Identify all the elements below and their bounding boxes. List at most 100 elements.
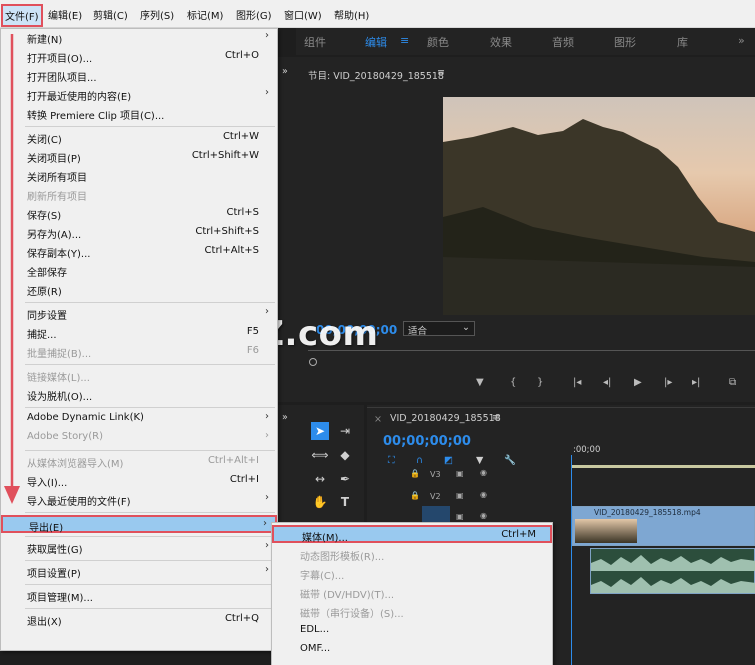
file-menu-item[interactable]: 设为脱机(O)... — [1, 386, 277, 404]
sync-lock-icon[interactable]: ▣ — [456, 512, 464, 521]
file-menu-item[interactable]: 同步设置 › — [1, 305, 277, 323]
file-menu-item[interactable]: Adobe Dynamic Link(K) › — [1, 410, 277, 428]
close-tab-icon[interactable]: × — [374, 414, 382, 425]
file-menu-item[interactable]: 另存为(A)... Ctrl+Shift+S — [1, 224, 277, 242]
type-tool-icon[interactable]: T — [336, 493, 354, 511]
step-forward-icon[interactable]: |▸ — [664, 377, 672, 388]
workspace-tab-color[interactable]: 颜色 — [427, 34, 449, 50]
go-to-out-icon[interactable]: ▸| — [692, 377, 700, 388]
video-clip[interactable]: VID_20180429_185518.mp4 — [572, 506, 755, 546]
menu-edit[interactable]: 编辑(E) — [48, 7, 82, 22]
eye-icon[interactable]: ◉ — [480, 468, 487, 477]
menu-separator — [25, 302, 275, 303]
file-menu-item[interactable]: 获取属性(G) › — [1, 539, 277, 557]
file-menu-item[interactable]: 捕捉... F5 — [1, 324, 277, 342]
file-menu-item[interactable]: 导入(I)... Ctrl+I — [1, 472, 277, 490]
hand-tool-icon[interactable]: ✋ — [311, 493, 329, 511]
overflow-icon[interactable]: » — [738, 34, 745, 47]
file-menu-item[interactable]: 链接媒体(L)... — [1, 367, 277, 385]
eye-icon[interactable]: ◉ — [480, 490, 487, 499]
file-menu-item[interactable]: 关闭项目(P) Ctrl+Shift+W — [1, 148, 277, 166]
export-menu-item[interactable]: 标记(M)... — [272, 660, 552, 665]
menu-marker[interactable]: 标记(M) — [187, 7, 223, 22]
sync-lock-icon[interactable]: ▣ — [456, 491, 464, 500]
file-menu-item-label: 全部保存 — [27, 268, 67, 279]
file-menu-item[interactable]: 批量捕捉(B)... F6 — [1, 343, 277, 361]
hamburger-icon[interactable]: ≡ — [400, 34, 409, 47]
expand-icon[interactable]: » — [282, 66, 288, 77]
file-menu-item[interactable]: 新建(N) › — [1, 29, 277, 47]
track-select-tool-icon[interactable]: ⇥ — [336, 422, 354, 440]
lock-icon[interactable]: 🔒 — [410, 469, 420, 478]
wrench-icon[interactable]: 🔧 — [504, 455, 516, 466]
audio-clip[interactable] — [590, 548, 755, 594]
workspace-tab-graphics[interactable]: 图形 — [614, 34, 636, 50]
workspace-tab-assembly[interactable]: 组件 — [304, 34, 326, 50]
step-back-icon[interactable]: ◂| — [603, 377, 611, 388]
go-to-in-icon[interactable]: |◂ — [573, 377, 581, 388]
lock-icon[interactable]: 🔒 — [410, 491, 420, 500]
file-menu-item-label: 设为脱机(O)... — [27, 392, 93, 403]
file-menu-item[interactable]: 保存副本(Y)... Ctrl+Alt+S — [1, 243, 277, 261]
file-menu-item[interactable]: Adobe Story(R) › — [1, 429, 277, 447]
export-menu-item[interactable]: 磁带 (DV/HDV)(T)... — [272, 584, 552, 602]
file-menu-item[interactable]: 打开最近使用的内容(E) › — [1, 86, 277, 104]
sync-lock-icon[interactable]: ▣ — [456, 469, 464, 478]
file-menu-item[interactable]: 导入最近使用的文件(F) › — [1, 491, 277, 509]
timeline-timecode[interactable]: 00;00;00;00 — [383, 434, 471, 449]
export-menu-item[interactable]: OMF... — [272, 641, 552, 659]
file-menu-item[interactable]: 刷新所有项目 — [1, 186, 277, 204]
file-menu-item[interactable]: 转换 Premiere Clip 项目(C)... — [1, 105, 277, 123]
export-menu-item[interactable]: 磁带（串行设备）(S)... — [272, 603, 552, 621]
menu-window[interactable]: 窗口(W) — [284, 7, 322, 22]
zoom-fit-select[interactable]: 适合 ⌄ — [403, 321, 475, 337]
nest-icon[interactable]: ⛶ — [388, 455, 395, 466]
expand-icon[interactable]: » — [282, 412, 288, 423]
pen-tool-icon[interactable]: ✒ — [336, 470, 354, 488]
insert-icon[interactable]: ⧉ — [729, 377, 736, 388]
menu-graphics[interactable]: 图形(G) — [236, 7, 272, 22]
file-menu-item[interactable]: 打开团队项目... — [1, 67, 277, 85]
mark-in-icon[interactable]: { — [510, 377, 516, 388]
selection-tool-icon[interactable]: ➤ — [311, 422, 329, 440]
file-menu-item[interactable]: 关闭(C) Ctrl+W — [1, 129, 277, 147]
workspace-tab-libraries[interactable]: 库 — [677, 34, 688, 50]
eye-icon[interactable]: ◉ — [480, 511, 487, 520]
snap-icon[interactable]: ∩ — [416, 455, 423, 466]
linked-select-icon[interactable]: ◩ — [444, 455, 453, 466]
file-menu-item[interactable]: 全部保存 — [1, 262, 277, 280]
workspace-tab-effects[interactable]: 效果 — [490, 34, 512, 50]
play-icon[interactable]: ▶ — [634, 377, 642, 388]
file-menu-item[interactable]: 还原(R) — [1, 281, 277, 299]
workspace-tab-audio[interactable]: 音频 — [552, 34, 574, 50]
panel-menu-icon[interactable]: ≡ — [492, 412, 500, 423]
menu-sequence[interactable]: 序列(S) — [140, 7, 174, 22]
file-menu-item[interactable]: 导出(E) › — [1, 515, 277, 534]
file-menu-item-label: 关闭所有项目 — [27, 173, 87, 184]
menu-help[interactable]: 帮助(H) — [334, 7, 369, 22]
file-menu-item[interactable]: 保存(S) Ctrl+S — [1, 205, 277, 223]
export-menu-item[interactable]: 动态图形模板(R)... — [272, 546, 552, 564]
time-ruler-label: :00;00 — [573, 445, 601, 455]
workspace-tab-editing[interactable]: 编辑 — [365, 34, 387, 50]
add-marker-icon[interactable]: ▼ — [476, 455, 483, 466]
file-menu-item[interactable]: 打开项目(O)... Ctrl+O — [1, 48, 277, 66]
export-menu-item[interactable]: 字幕(C)... — [272, 565, 552, 583]
export-menu-item[interactable]: 媒体(M)... Ctrl+M — [272, 525, 552, 544]
export-menu-item[interactable]: EDL... — [272, 622, 552, 640]
ripple-edit-tool-icon[interactable]: ⟺ — [311, 446, 329, 464]
file-menu-item[interactable]: 从媒体浏览器导入(M) Ctrl+Alt+I — [1, 453, 277, 471]
file-menu-item[interactable]: 项目管理(M)... — [1, 587, 277, 605]
file-menu-item[interactable]: 项目设置(P) › — [1, 563, 277, 581]
file-menu-item[interactable]: 关闭所有项目 — [1, 167, 277, 185]
add-marker-icon[interactable]: ▼ — [476, 377, 484, 388]
menu-file[interactable]: 文件(F) — [1, 4, 43, 27]
panel-menu-icon[interactable]: ≡ — [437, 67, 445, 78]
mark-out-icon[interactable]: } — [537, 377, 543, 388]
file-menu-item[interactable]: 退出(X) Ctrl+Q — [1, 611, 277, 629]
menu-clip[interactable]: 剪辑(C) — [93, 7, 128, 22]
playhead-handle[interactable] — [309, 358, 317, 366]
razor-tool-icon[interactable]: ◆ — [336, 446, 354, 464]
slip-tool-icon[interactable]: ↔ — [311, 470, 329, 488]
timeline-playhead[interactable] — [571, 455, 572, 665]
